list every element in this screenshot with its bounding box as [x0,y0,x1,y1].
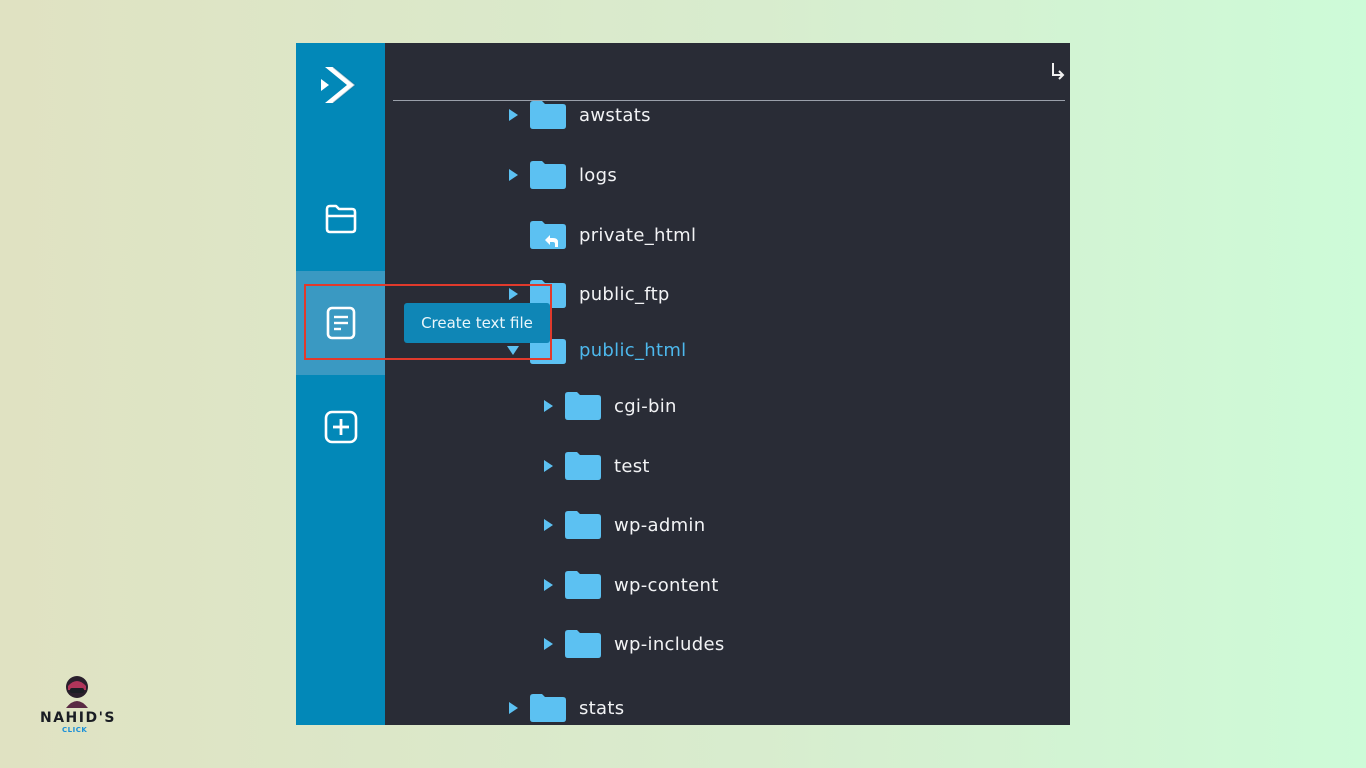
folder-name: stats [579,697,625,719]
folder-icon [565,571,601,599]
folder-row-wp-includes[interactable]: wp-includes [540,624,725,664]
file-manager-app: awstats logs private_html public_ftp public_… [296,43,1070,725]
return-button[interactable] [1046,59,1070,83]
folder-icon [530,694,566,722]
folder-name: wp-admin [614,514,706,536]
sidebar-button-create-new[interactable] [296,375,385,479]
panel-header [393,43,1065,101]
file-tree-panel: awstats logs private_html public_ftp public_… [385,43,1070,725]
folder-name: logs [579,164,618,186]
folder-link-icon [530,221,566,249]
caret-right-icon[interactable] [540,577,556,593]
watermark-name: NAHID'S [40,710,116,726]
folder-name: public_html [579,339,687,361]
avatar-logo-icon [66,676,88,708]
caret-right-icon[interactable] [540,398,556,414]
watermark-sub: CLICK [62,726,88,734]
watermark-logo: NAHID'S CLICK [40,674,116,738]
folder-icon [530,161,566,189]
caret-right-icon[interactable] [505,700,521,716]
folder-name: wp-includes [614,633,725,655]
caret-right-icon[interactable] [505,167,521,183]
caret-right-icon[interactable] [540,636,556,652]
folder-row-cgi-bin[interactable]: cgi-bin [540,386,677,426]
folder-name: private_html [579,224,697,246]
folder-icon [565,630,601,658]
folder-row-wp-content[interactable]: wp-content [540,565,719,605]
folder-open-icon [325,204,356,234]
folder-row-awstats[interactable]: awstats [505,95,651,135]
folder-name: public_ftp [579,283,670,305]
folder-name: wp-content [614,574,719,596]
app-logo[interactable] [296,43,385,127]
folder-name: cgi-bin [614,395,677,417]
sidebar-button-open-folder[interactable] [296,167,385,271]
caret-right-icon[interactable] [505,107,521,123]
folder-name: awstats [579,104,651,126]
folder-icon [565,392,601,420]
double-chevron-logo-icon [320,66,356,104]
caret-right-icon[interactable] [540,517,556,533]
folder-row-private-html[interactable]: private_html [505,215,696,255]
caret-right-icon[interactable] [540,458,556,474]
folder-row-stats[interactable]: stats [505,688,624,725]
folder-row-logs[interactable]: logs [505,155,617,195]
folder-row-test[interactable]: test [540,446,650,486]
caret-placeholder [505,227,521,243]
folder-name: test [614,455,650,477]
highlight-annotation-box [304,284,552,360]
folder-icon [530,101,566,129]
plus-square-icon [324,410,357,444]
sidebar [296,43,385,725]
folder-icon [565,511,601,539]
folder-icon [565,452,601,480]
folder-row-wp-admin[interactable]: wp-admin [540,505,705,545]
return-arrow-icon [1052,63,1065,80]
